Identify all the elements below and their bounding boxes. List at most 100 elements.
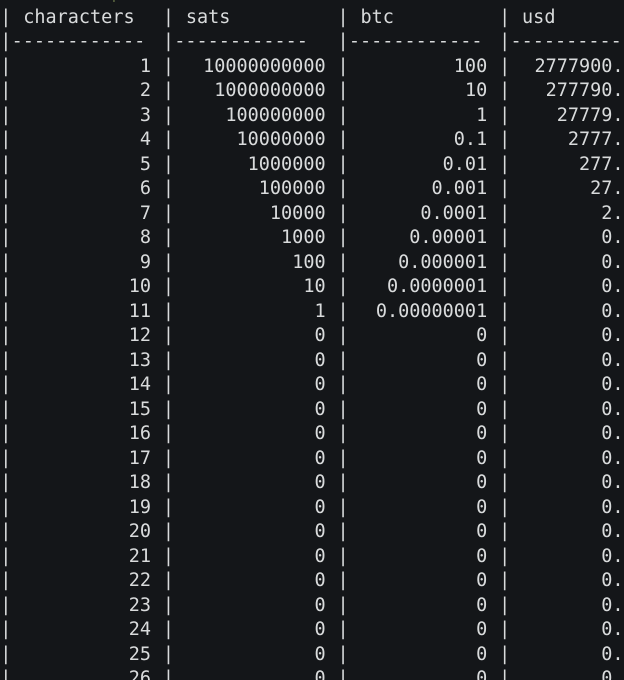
cell-sats: 0	[314, 668, 326, 680]
column-divider: |	[499, 349, 511, 371]
column-divider: |	[0, 80, 12, 101]
cell-usd: 0.00	[601, 349, 624, 371]
column-divider: |	[499, 472, 511, 493]
cell-characters: 4	[139, 129, 151, 150]
cell-characters: 17	[128, 447, 151, 469]
column-divider: |	[0, 129, 12, 150]
column-divider: |	[499, 104, 511, 126]
cell-btc: 0	[476, 398, 488, 420]
column-divider: |	[0, 178, 12, 199]
column-divider: |	[337, 129, 349, 150]
column-divider: |	[499, 55, 511, 77]
column-divider: |	[499, 668, 511, 680]
table-row: |2|1000000000|10|277790.00|	[0, 79, 624, 104]
cell-btc: 0	[476, 423, 488, 444]
column-divider: |	[337, 300, 349, 322]
cell-sats: 10000000000	[203, 55, 326, 77]
cell-sats: 0	[314, 570, 326, 591]
cell-usd: 0.00	[601, 496, 624, 518]
column-divider: |	[162, 55, 174, 77]
cell-usd: 0.03	[601, 251, 624, 273]
table-row: |25|0|0|0.00|	[0, 643, 624, 668]
column-divider: |	[499, 227, 511, 248]
column-divider: |	[337, 55, 349, 77]
column-header-sats: sats	[185, 6, 231, 28]
table-row: |21|0|0|0.00|	[0, 545, 624, 570]
cell-btc: 0	[476, 447, 488, 469]
column-divider: |	[499, 300, 511, 322]
table-row: |18|0|0|0.00|	[0, 471, 624, 496]
column-divider: |	[162, 31, 174, 52]
cell-sats: 1	[314, 300, 326, 322]
cell-characters: 20	[128, 521, 151, 542]
cell-sats: 10000	[269, 202, 326, 224]
table-row: |26|0|0|0.00|	[0, 667, 624, 680]
column-header-btc: btc	[360, 6, 394, 28]
cell-usd: 2777900.00	[534, 55, 624, 77]
column-divider: |	[337, 325, 349, 346]
cell-sats: 0	[314, 521, 326, 542]
column-divider: |	[337, 227, 349, 248]
column-divider: |	[162, 447, 174, 469]
column-divider: |	[162, 202, 174, 224]
cell-usd: 277790.00	[545, 80, 624, 101]
column-divider: |	[337, 104, 349, 126]
cell-characters: 13	[128, 349, 151, 371]
column-divider: |	[0, 619, 12, 640]
cell-characters: 3	[139, 104, 151, 126]
cell-characters: 1	[139, 55, 151, 77]
column-divider: |	[499, 496, 511, 518]
cell-btc: 0	[476, 594, 488, 616]
cell-characters: 8	[139, 227, 151, 248]
column-header-usd: usd	[522, 6, 556, 28]
cell-characters: 12	[128, 325, 151, 346]
column-divider: |	[499, 80, 511, 101]
terminal-window[interactable]: bitcoin price: 27779.00 | characters | s…	[0, 0, 624, 680]
column-divider: |	[337, 496, 349, 518]
column-divider: |	[162, 374, 174, 395]
cell-usd: 0.00	[601, 398, 624, 420]
cell-sats: 0	[314, 447, 326, 469]
cell-sats: 100	[292, 251, 326, 273]
cell-usd: 0.00	[601, 447, 624, 469]
column-divider: |	[162, 251, 174, 273]
table-row: |23|0|0|0.00|	[0, 594, 624, 619]
cell-characters: 10	[128, 276, 151, 297]
cell-sats: 1000	[281, 227, 326, 248]
cell-btc: 0.01	[442, 153, 488, 175]
table-body: |1|10000000000|100|2777900.00||2|1000000…	[0, 55, 624, 680]
cell-sats: 0	[314, 472, 326, 493]
column-divider: |	[0, 227, 12, 248]
table-row: |24|0|0|0.00|	[0, 618, 624, 643]
column-divider: |	[0, 349, 12, 371]
column-divider: |	[162, 153, 174, 175]
cell-usd: 27.78	[590, 178, 624, 199]
column-divider: |	[0, 300, 12, 322]
column-divider: |	[499, 545, 511, 567]
cell-usd: 0.00	[601, 300, 624, 322]
cell-btc: 0.000001	[398, 251, 488, 273]
column-divider: |	[337, 594, 349, 616]
cell-characters: 25	[128, 643, 151, 665]
cell-btc: 0	[476, 570, 488, 591]
table-row: |8|1000|0.00001|0.28|	[0, 226, 624, 251]
table-row: |17|0|0|0.00|	[0, 447, 624, 472]
cell-sats: 1000000000	[214, 80, 326, 101]
column-divider: |	[499, 447, 511, 469]
cell-usd: 0.00	[601, 594, 624, 616]
column-divider: |	[337, 521, 349, 542]
column-divider: |	[0, 545, 12, 567]
column-divider: |	[0, 398, 12, 420]
column-divider: |	[337, 570, 349, 591]
table-row: |9|100|0.000001|0.03|	[0, 251, 624, 276]
table-row: |3|100000000|1|27779.00|	[0, 104, 624, 129]
column-divider: |	[337, 153, 349, 175]
cell-btc: 0	[476, 643, 488, 665]
column-divider: |	[162, 472, 174, 493]
cell-sats: 0	[314, 643, 326, 665]
cell-characters: 6	[139, 178, 151, 199]
cell-usd: 0.00	[601, 545, 624, 567]
cell-btc: 0.00000001	[375, 300, 488, 322]
column-divider: |	[0, 423, 12, 444]
cell-usd: 0.00	[601, 325, 624, 346]
